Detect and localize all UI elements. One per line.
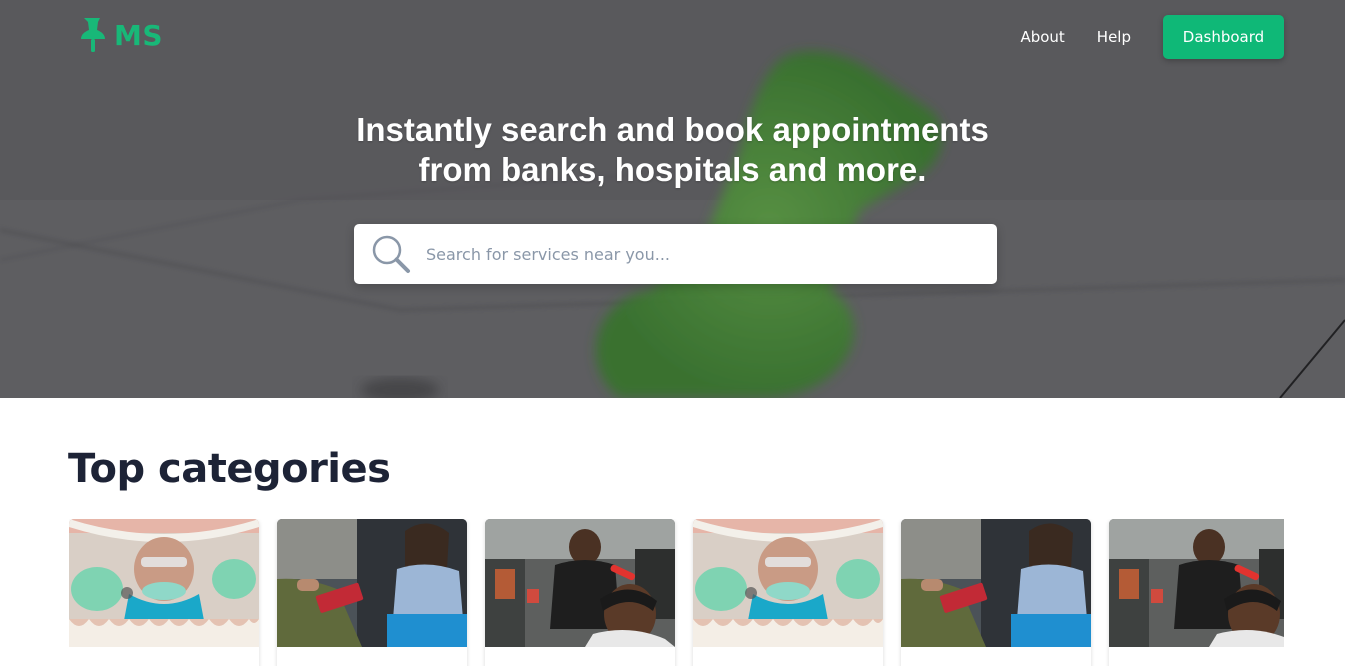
category-card[interactable] bbox=[901, 519, 1091, 666]
top-nav: About Help Dashboard bbox=[1020, 15, 1284, 59]
hero-headline-line2: from banks, hospitals and more. bbox=[418, 151, 927, 188]
nav-link-help[interactable]: Help bbox=[1097, 15, 1131, 59]
therapist-photo bbox=[901, 519, 1091, 647]
category-card[interactable] bbox=[69, 519, 259, 666]
hero-overlay bbox=[0, 0, 1345, 398]
pushpin-icon bbox=[81, 18, 105, 52]
therapist-photo bbox=[277, 519, 467, 647]
search-icon[interactable] bbox=[371, 234, 411, 274]
category-card[interactable] bbox=[1109, 519, 1284, 666]
search-input[interactable] bbox=[426, 224, 986, 284]
category-cards bbox=[69, 519, 1284, 666]
dentist-photo bbox=[69, 519, 259, 647]
section-title-top-categories: Top categories bbox=[68, 446, 391, 492]
category-card[interactable] bbox=[693, 519, 883, 666]
category-card[interactable] bbox=[277, 519, 467, 666]
hero-banner: MS About Help Dashboard Instantly search… bbox=[0, 0, 1345, 398]
logo-text: MS bbox=[114, 18, 164, 52]
barber-photo bbox=[1109, 519, 1284, 647]
dashboard-button[interactable]: Dashboard bbox=[1163, 15, 1284, 59]
barber-photo bbox=[485, 519, 675, 647]
dentist-photo bbox=[693, 519, 883, 647]
logo[interactable]: MS bbox=[78, 16, 163, 54]
search-bar[interactable] bbox=[354, 224, 997, 284]
nav-link-about[interactable]: About bbox=[1020, 15, 1064, 59]
category-card[interactable] bbox=[485, 519, 675, 666]
hero-headline: Instantly search and book appointments f… bbox=[0, 110, 1345, 190]
hero-headline-line1: Instantly search and book appointments bbox=[356, 111, 989, 148]
